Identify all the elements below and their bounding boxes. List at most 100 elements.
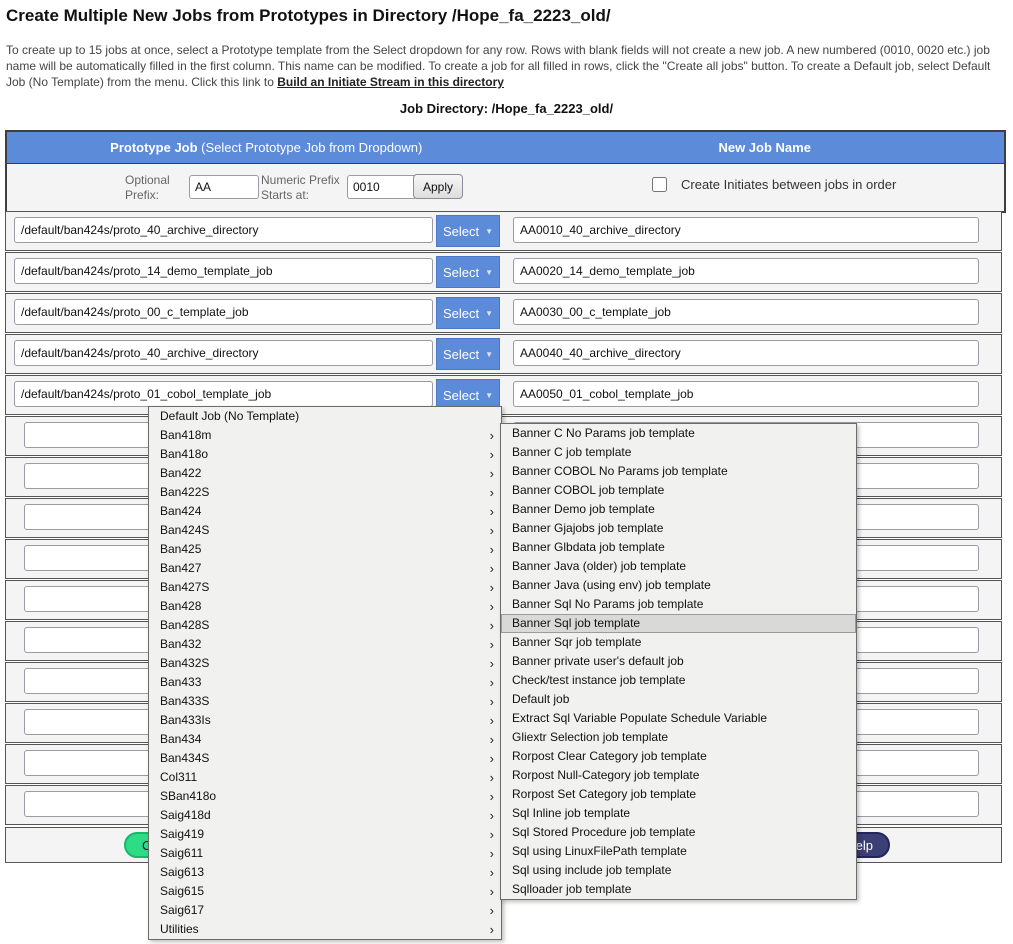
menu-item[interactable]: Ban418o› bbox=[149, 445, 501, 464]
menu-item[interactable]: Saig418d› bbox=[149, 806, 501, 825]
caret-down-icon: ▼ bbox=[485, 391, 493, 400]
menu-item[interactable]: Ban432› bbox=[149, 635, 501, 654]
submenu-item[interactable]: Banner COBOL No Params job template bbox=[501, 462, 856, 481]
new-job-name-input[interactable] bbox=[513, 217, 979, 243]
menu-item-label: Saig419 bbox=[160, 827, 204, 841]
submenu-arrow-icon: › bbox=[490, 711, 494, 730]
submenu-item[interactable]: Extract Sql Variable Populate Schedule V… bbox=[501, 709, 856, 728]
table-header-box: Prototype Job (Select Prototype Job from… bbox=[5, 130, 1006, 213]
select-dropdown-button[interactable]: Select▼ bbox=[436, 215, 500, 247]
menu-item-label: Saig611 bbox=[160, 846, 203, 860]
menu-item[interactable]: Saig419› bbox=[149, 825, 501, 844]
optional-prefix-input[interactable] bbox=[189, 175, 259, 199]
optional-prefix-label: Optional Prefix: bbox=[125, 173, 179, 203]
submenu-item[interactable]: Banner Glbdata job template bbox=[501, 538, 856, 557]
submenu-item-label: Banner COBOL job template bbox=[512, 483, 664, 497]
submenu-item[interactable]: Gliextr Selection job template bbox=[501, 728, 856, 747]
submenu-item[interactable]: Sql Inline job template bbox=[501, 804, 856, 823]
menu-item[interactable]: Ban433S› bbox=[149, 692, 501, 711]
submenu-arrow-icon: › bbox=[490, 768, 494, 787]
submenu-item[interactable]: Banner private user's default job bbox=[501, 652, 856, 671]
submenu-arrow-icon: › bbox=[490, 692, 494, 711]
menu-item[interactable]: Ban425› bbox=[149, 540, 501, 559]
column-header-new-job-name: New Job Name bbox=[525, 140, 1004, 155]
create-initiates-label: Create Initiates between jobs in order bbox=[681, 177, 896, 192]
submenu-item-label: Rorpost Clear Category job template bbox=[512, 749, 707, 763]
submenu-item-label: Sql Inline job template bbox=[512, 806, 630, 820]
prototype-job-input[interactable] bbox=[14, 340, 433, 366]
submenu-item[interactable]: Banner COBOL job template bbox=[501, 481, 856, 500]
menu-item[interactable]: Utilities› bbox=[149, 920, 501, 939]
menu-item[interactable]: Saig611› bbox=[149, 844, 501, 863]
menu-item-default-job[interactable]: Default Job (No Template) bbox=[149, 407, 501, 426]
submenu-item[interactable]: Banner Demo job template bbox=[501, 500, 856, 519]
menu-item[interactable]: Ban427S› bbox=[149, 578, 501, 597]
menu-item[interactable]: Ban434S› bbox=[149, 749, 501, 768]
submenu-item[interactable]: Sqlloader job template bbox=[501, 880, 856, 899]
submenu-arrow-icon: › bbox=[490, 654, 494, 673]
build-initiate-stream-link[interactable]: Build an Initiate Stream in this directo… bbox=[277, 75, 504, 89]
select-button-label: Select bbox=[443, 265, 479, 280]
menu-item[interactable]: Ban424S› bbox=[149, 521, 501, 540]
job-directory-heading: Job Directory: /Hope_fa_2223_old/ bbox=[0, 101, 1013, 116]
menu-item[interactable]: SBan418o› bbox=[149, 787, 501, 806]
submenu-item-label: Banner Java (older) job template bbox=[512, 559, 686, 573]
select-dropdown-button[interactable]: Select▼ bbox=[436, 256, 500, 288]
menu-item-label: Ban427 bbox=[160, 561, 201, 575]
menu-item-label: Ban434S bbox=[160, 751, 209, 765]
menu-item[interactable]: Ban433Is› bbox=[149, 711, 501, 730]
submenu-item[interactable]: Banner Java (older) job template bbox=[501, 557, 856, 576]
submenu-item[interactable]: Default job bbox=[501, 690, 856, 709]
menu-item[interactable]: Ban433› bbox=[149, 673, 501, 692]
submenu-item[interactable]: Rorpost Set Category job template bbox=[501, 785, 856, 804]
submenu-item[interactable]: Banner Java (using env) job template bbox=[501, 576, 856, 595]
menu-item[interactable]: Ban424› bbox=[149, 502, 501, 521]
menu-item[interactable]: Ban422› bbox=[149, 464, 501, 483]
menu-item[interactable]: Ban428S› bbox=[149, 616, 501, 635]
menu-item-label: Ban418m bbox=[160, 428, 211, 442]
menu-item-label: Saig617 bbox=[160, 903, 204, 917]
select-dropdown-button[interactable]: Select▼ bbox=[436, 338, 500, 370]
submenu-item[interactable]: Banner C No Params job template bbox=[501, 424, 856, 443]
menu-item[interactable]: Col311› bbox=[149, 768, 501, 787]
prototype-job-input[interactable] bbox=[14, 217, 433, 243]
table-column-headers: Prototype Job (Select Prototype Job from… bbox=[7, 132, 1004, 164]
submenu-item[interactable]: Banner Sql job template bbox=[501, 614, 856, 633]
prototype-job-input[interactable] bbox=[14, 299, 433, 325]
submenu-item[interactable]: Banner Sqr job template bbox=[501, 633, 856, 652]
new-job-name-input[interactable] bbox=[513, 258, 979, 284]
create-initiates-checkbox[interactable] bbox=[652, 177, 667, 192]
prototype-job-input[interactable] bbox=[14, 258, 433, 284]
prototype-template-submenu: Banner C No Params job template Banner C … bbox=[500, 423, 857, 900]
menu-item-label: Ban427S bbox=[160, 580, 209, 594]
submenu-item[interactable]: Banner Gjajobs job template bbox=[501, 519, 856, 538]
apply-button[interactable]: Apply bbox=[413, 174, 463, 199]
menu-item[interactable]: Ban422S› bbox=[149, 483, 501, 502]
submenu-item-label: Banner C No Params job template bbox=[512, 426, 695, 440]
submenu-item[interactable]: Check/test instance job template bbox=[501, 671, 856, 690]
menu-item[interactable]: Ban418m› bbox=[149, 426, 501, 445]
numeric-prefix-input[interactable] bbox=[347, 175, 417, 199]
select-dropdown-button[interactable]: Select▼ bbox=[436, 297, 500, 329]
job-row: Select▼ bbox=[5, 334, 1002, 374]
menu-item[interactable]: Ban428› bbox=[149, 597, 501, 616]
submenu-item[interactable]: Banner C job template bbox=[501, 443, 856, 462]
prototype-job-input[interactable] bbox=[14, 381, 433, 407]
menu-item[interactable]: Ban434› bbox=[149, 730, 501, 749]
submenu-arrow-icon: › bbox=[490, 540, 494, 559]
menu-item[interactable]: Ban432S› bbox=[149, 654, 501, 673]
submenu-item[interactable]: Sql using include job template bbox=[501, 861, 856, 880]
submenu-item[interactable]: Banner Sql No Params job template bbox=[501, 595, 856, 614]
submenu-item[interactable]: Rorpost Null-Category job template bbox=[501, 766, 856, 785]
submenu-item[interactable]: Sql using LinuxFilePath template bbox=[501, 842, 856, 861]
menu-item[interactable]: Saig613› bbox=[149, 863, 501, 882]
menu-item[interactable]: Ban427› bbox=[149, 559, 501, 578]
new-job-name-input[interactable] bbox=[513, 381, 979, 407]
new-job-name-input[interactable] bbox=[513, 299, 979, 325]
submenu-item[interactable]: Rorpost Clear Category job template bbox=[501, 747, 856, 766]
new-job-name-input[interactable] bbox=[513, 340, 979, 366]
job-row: Select▼ bbox=[5, 293, 1002, 333]
submenu-item[interactable]: Sql Stored Procedure job template bbox=[501, 823, 856, 842]
menu-item[interactable]: Saig615› bbox=[149, 882, 501, 901]
menu-item[interactable]: Saig617› bbox=[149, 901, 501, 920]
